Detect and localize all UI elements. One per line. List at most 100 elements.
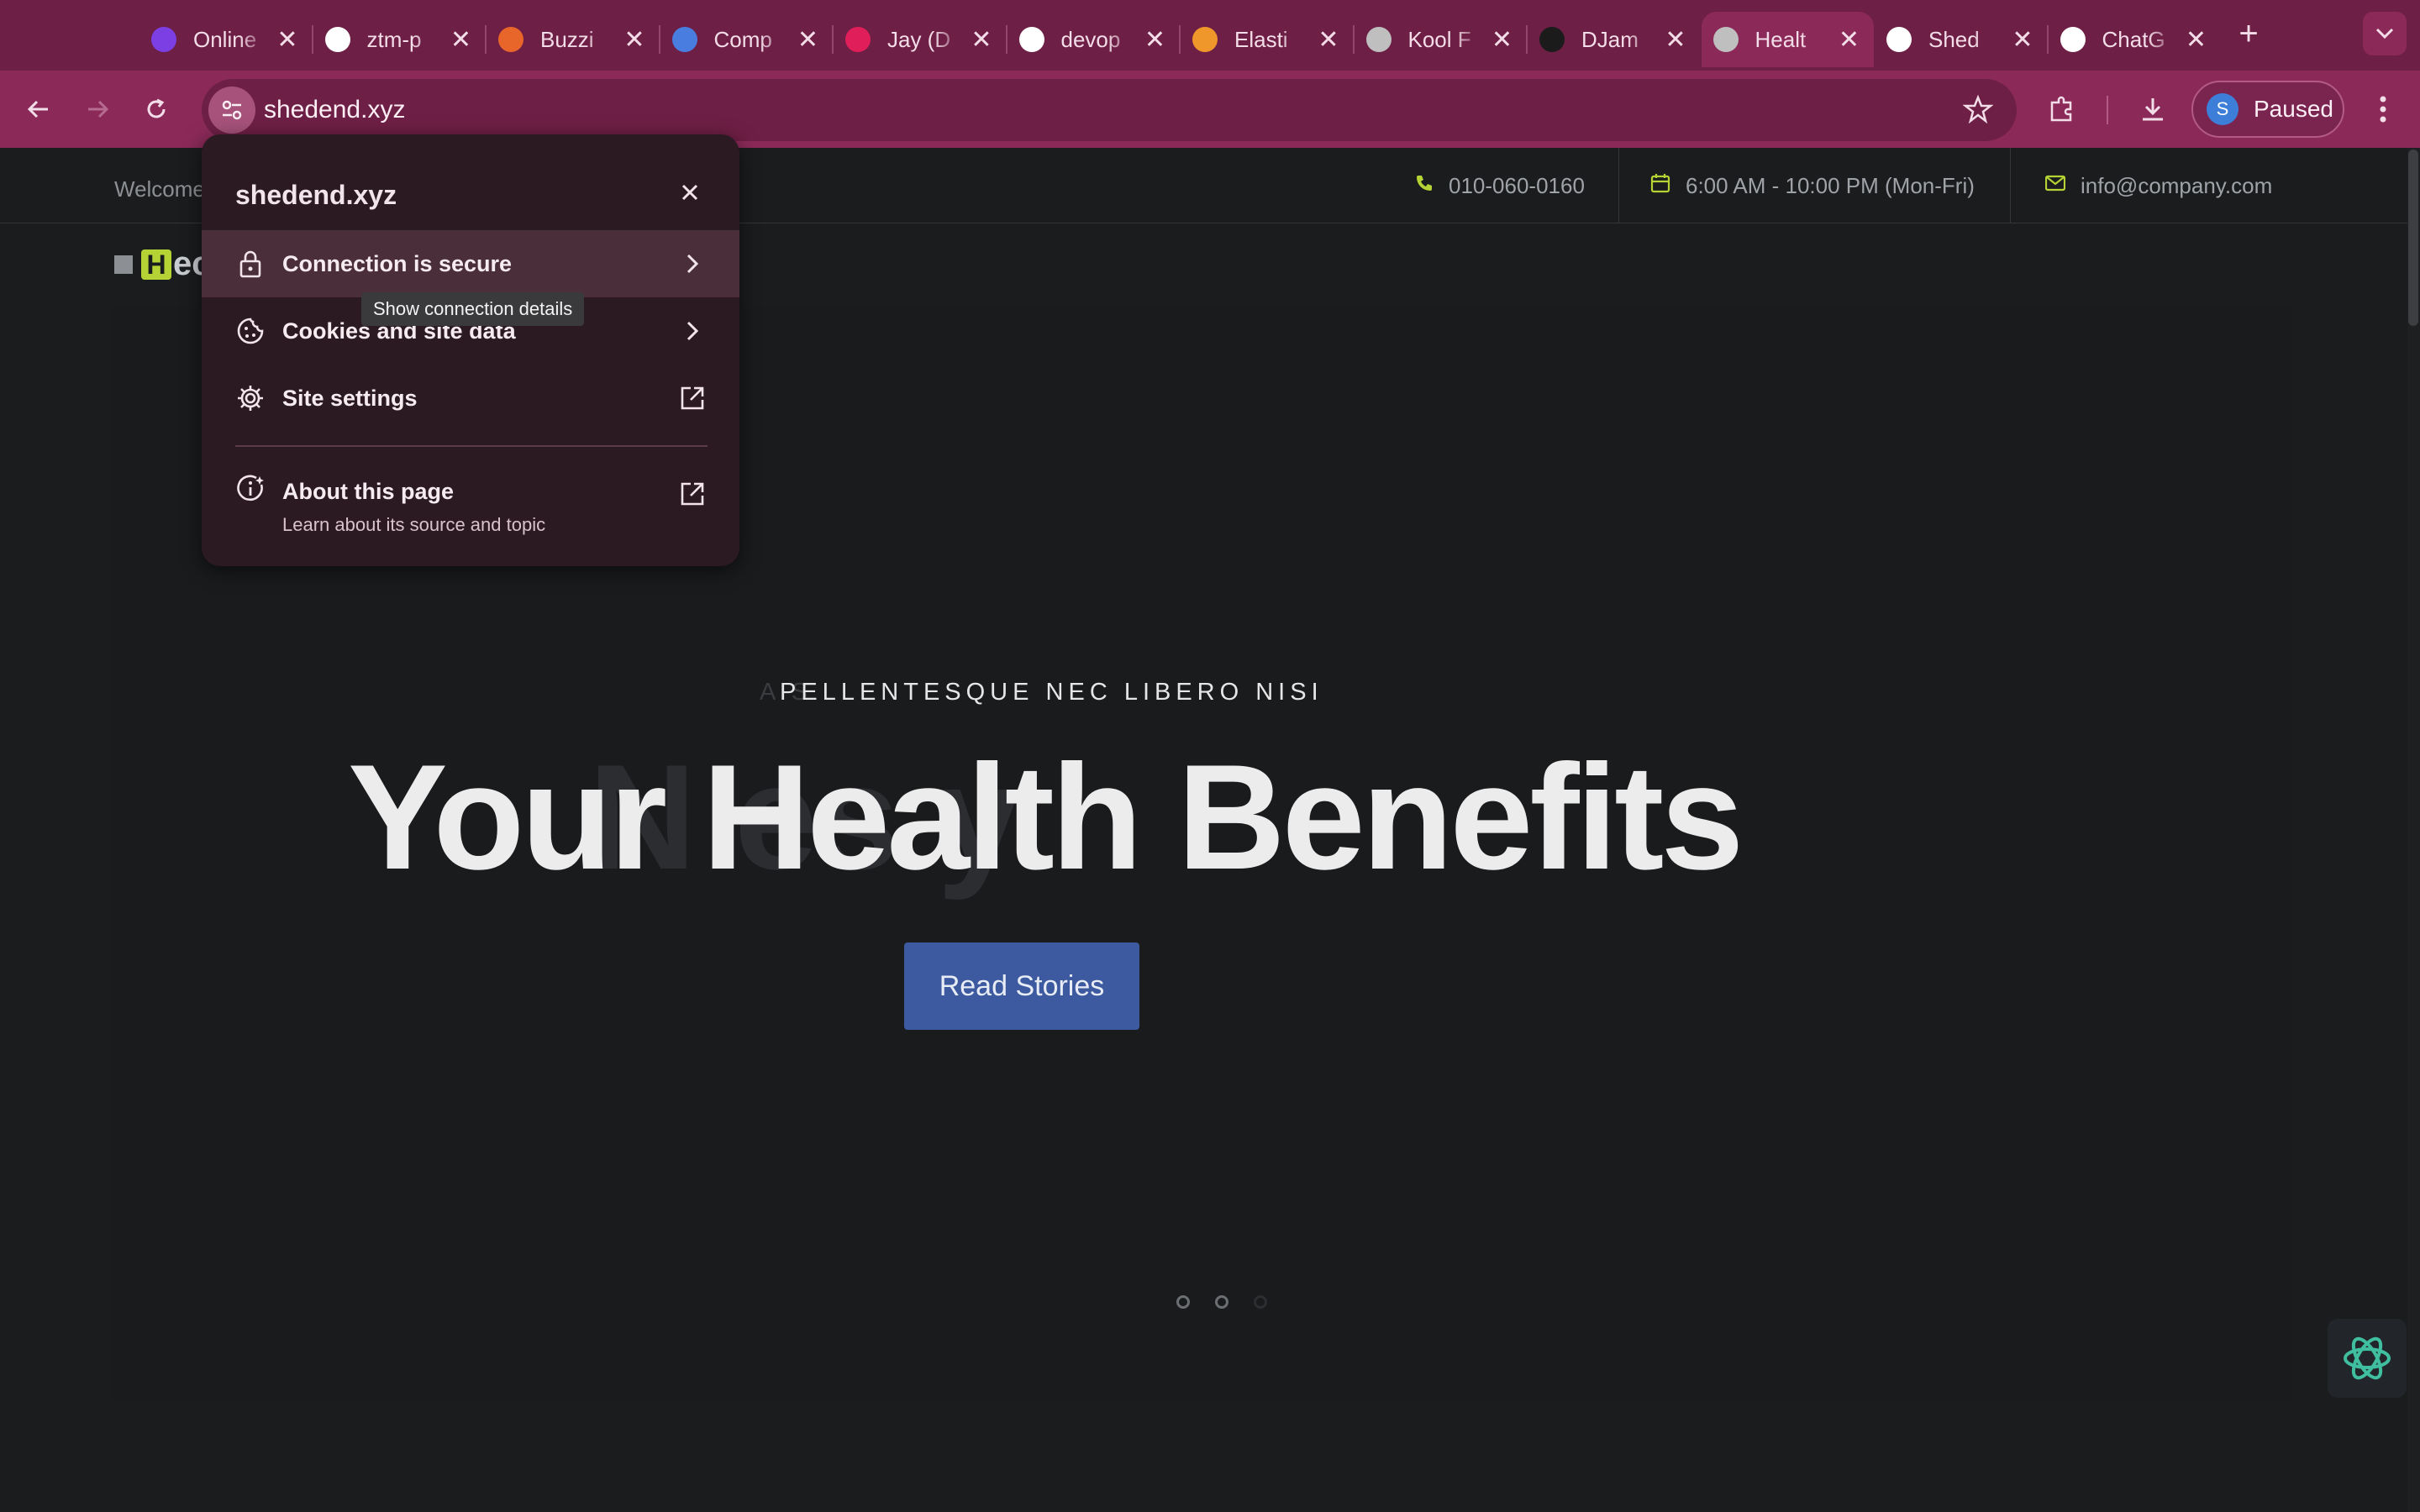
download-icon bbox=[2143, 98, 2163, 121]
elastic-icon bbox=[1192, 27, 1218, 52]
close-tab-icon[interactable]: ✕ bbox=[275, 25, 300, 55]
star-icon bbox=[1962, 94, 1994, 124]
tab-search-button[interactable] bbox=[2363, 12, 2407, 55]
site-logo[interactable]: H ec bbox=[114, 245, 211, 283]
tab-devop[interactable]: devop ✕ bbox=[1007, 12, 1180, 67]
openai-icon bbox=[2344, 1336, 2391, 1380]
hero-kicker: PELLENTESQUE NEC LIBERO NISI bbox=[780, 679, 1323, 706]
downloads-button[interactable] bbox=[2131, 87, 2175, 131]
phone-icon bbox=[1415, 174, 1434, 198]
tab-chatg[interactable]: ChatG ✕ bbox=[2049, 12, 2221, 67]
slider-dot[interactable] bbox=[1176, 1295, 1190, 1309]
email-contact[interactable]: info@company.com bbox=[2044, 148, 2273, 223]
menu-button[interactable] bbox=[2361, 87, 2405, 131]
forward-arrow-icon bbox=[88, 100, 109, 118]
phone-number: 010-060-0160 bbox=[1449, 172, 1585, 198]
profile-button[interactable]: S Paused bbox=[2191, 81, 2344, 138]
open-in-new-icon bbox=[677, 479, 708, 509]
tab-title: ChatG bbox=[2102, 26, 2165, 52]
popup-close-button[interactable] bbox=[672, 175, 708, 210]
address-bar[interactable]: shedend.xyz bbox=[202, 79, 2017, 141]
tab-shed[interactable]: Shed ✕ bbox=[1875, 12, 2047, 67]
close-icon bbox=[681, 184, 698, 201]
site-info-popup: shedend.xyz Connection is secure Cookies… bbox=[202, 134, 739, 566]
hours-contact: 6:00 AM - 10:00 PM (Mon-Fri) bbox=[1650, 148, 1975, 223]
email-address: info@company.com bbox=[2081, 172, 2273, 198]
tab-djam[interactable]: DJam ✕ bbox=[1528, 12, 1700, 67]
reload-icon bbox=[147, 98, 166, 118]
close-tab-icon[interactable]: ✕ bbox=[622, 25, 647, 55]
chat-assistant-button[interactable] bbox=[2328, 1319, 2407, 1398]
close-tab-icon[interactable]: ✕ bbox=[796, 25, 821, 55]
close-tab-icon[interactable]: ✕ bbox=[1316, 25, 1341, 55]
popup-title: shedend.xyz bbox=[235, 180, 397, 210]
chevron-right-icon bbox=[677, 249, 708, 279]
tab-ztm-p[interactable]: ztm-p ✕ bbox=[313, 12, 486, 67]
tab-healt[interactable]: Healt ✕ bbox=[1701, 12, 1874, 67]
slider-dot[interactable] bbox=[1215, 1295, 1228, 1309]
tab-title: Elasti bbox=[1234, 26, 1288, 52]
profile-status: Paused bbox=[2254, 96, 2333, 122]
popup-divider bbox=[235, 445, 708, 447]
tab-title: Shed bbox=[1928, 26, 1980, 52]
new-tab-button[interactable]: + bbox=[2232, 15, 2265, 52]
item-sublabel: Learn about its source and topic bbox=[282, 514, 546, 535]
url-text[interactable]: shedend.xyz bbox=[264, 96, 405, 124]
phone-contact[interactable]: 010-060-0160 bbox=[1415, 148, 1585, 223]
tab-comp[interactable]: Comp ✕ bbox=[660, 12, 833, 67]
reload-button[interactable] bbox=[134, 87, 178, 131]
scrollbar-thumb[interactable] bbox=[2408, 150, 2418, 326]
item-label: Connection is secure bbox=[282, 250, 513, 276]
close-tab-icon[interactable]: ✕ bbox=[1143, 25, 1168, 55]
forward-button[interactable] bbox=[76, 87, 119, 131]
close-tab-icon[interactable]: ✕ bbox=[2010, 25, 2035, 55]
u-icon bbox=[151, 27, 176, 52]
bookmark-button[interactable] bbox=[1962, 94, 1994, 129]
calendar-icon bbox=[1650, 173, 1670, 199]
toolbar-divider bbox=[2107, 96, 2108, 124]
globe-icon bbox=[1365, 27, 1392, 52]
read-stories-button[interactable]: Read Stories bbox=[904, 942, 1139, 1030]
close-tab-icon[interactable]: ✕ bbox=[969, 25, 994, 55]
close-tab-icon[interactable]: ✕ bbox=[1663, 25, 1688, 55]
extensions-button[interactable] bbox=[2040, 87, 2084, 131]
tab-kool-f[interactable]: Kool F ✕ bbox=[1355, 12, 1527, 67]
opening-hours: 6:00 AM - 10:00 PM (Mon-Fri) bbox=[1686, 172, 1975, 198]
page-scrollbar[interactable] bbox=[2407, 148, 2420, 1512]
connection-secure-item[interactable]: Connection is secure bbox=[202, 230, 739, 297]
tab-title: Kool F bbox=[1407, 26, 1471, 52]
tab-online[interactable]: Online ✕ bbox=[139, 12, 312, 67]
back-arrow-icon bbox=[27, 100, 48, 118]
info-sparkle-icon bbox=[235, 474, 266, 504]
close-tab-icon[interactable]: ✕ bbox=[1490, 25, 1515, 55]
contact-divider bbox=[1618, 148, 1619, 223]
tune-icon bbox=[222, 100, 242, 120]
mail-icon bbox=[2044, 174, 2066, 197]
chevron-down-icon bbox=[2375, 28, 2394, 39]
welcome-text: Welcome bbox=[114, 176, 205, 202]
puzzle-icon bbox=[2050, 96, 2072, 122]
item-label: About this page bbox=[282, 479, 454, 504]
chevron-right-icon bbox=[677, 316, 708, 346]
slider-dot[interactable] bbox=[1254, 1295, 1267, 1309]
site-settings-item[interactable]: Site settings bbox=[202, 365, 739, 432]
logo-letter: H bbox=[141, 249, 171, 280]
close-tab-icon[interactable]: ✕ bbox=[1837, 25, 1862, 55]
tab-jay-d[interactable]: Jay (D ✕ bbox=[834, 12, 1006, 67]
tab-title: devop bbox=[1060, 26, 1121, 52]
slider-dots bbox=[1176, 1295, 1267, 1309]
tab-title: Buzzi bbox=[540, 26, 594, 52]
tab-strip: Online ✕ ztm-p ✕ Buzzi ✕ Comp ✕ Jay (D ✕ devop ✕ Ela… bbox=[0, 0, 2420, 71]
pb-icon bbox=[671, 27, 697, 52]
tab-title: Jay (D bbox=[887, 26, 951, 52]
back-button[interactable] bbox=[17, 87, 60, 131]
site-info-button[interactable] bbox=[208, 87, 255, 134]
gear-icon bbox=[235, 383, 266, 413]
close-tab-icon[interactable]: ✕ bbox=[449, 25, 474, 55]
tab-elasti[interactable]: Elasti ✕ bbox=[1181, 12, 1353, 67]
globe-icon bbox=[1712, 27, 1739, 52]
github-icon bbox=[1018, 27, 1044, 52]
item-label: Site settings bbox=[282, 385, 418, 411]
close-tab-icon[interactable]: ✕ bbox=[2184, 25, 2209, 55]
tab-buzzi[interactable]: Buzzi ✕ bbox=[487, 12, 659, 67]
